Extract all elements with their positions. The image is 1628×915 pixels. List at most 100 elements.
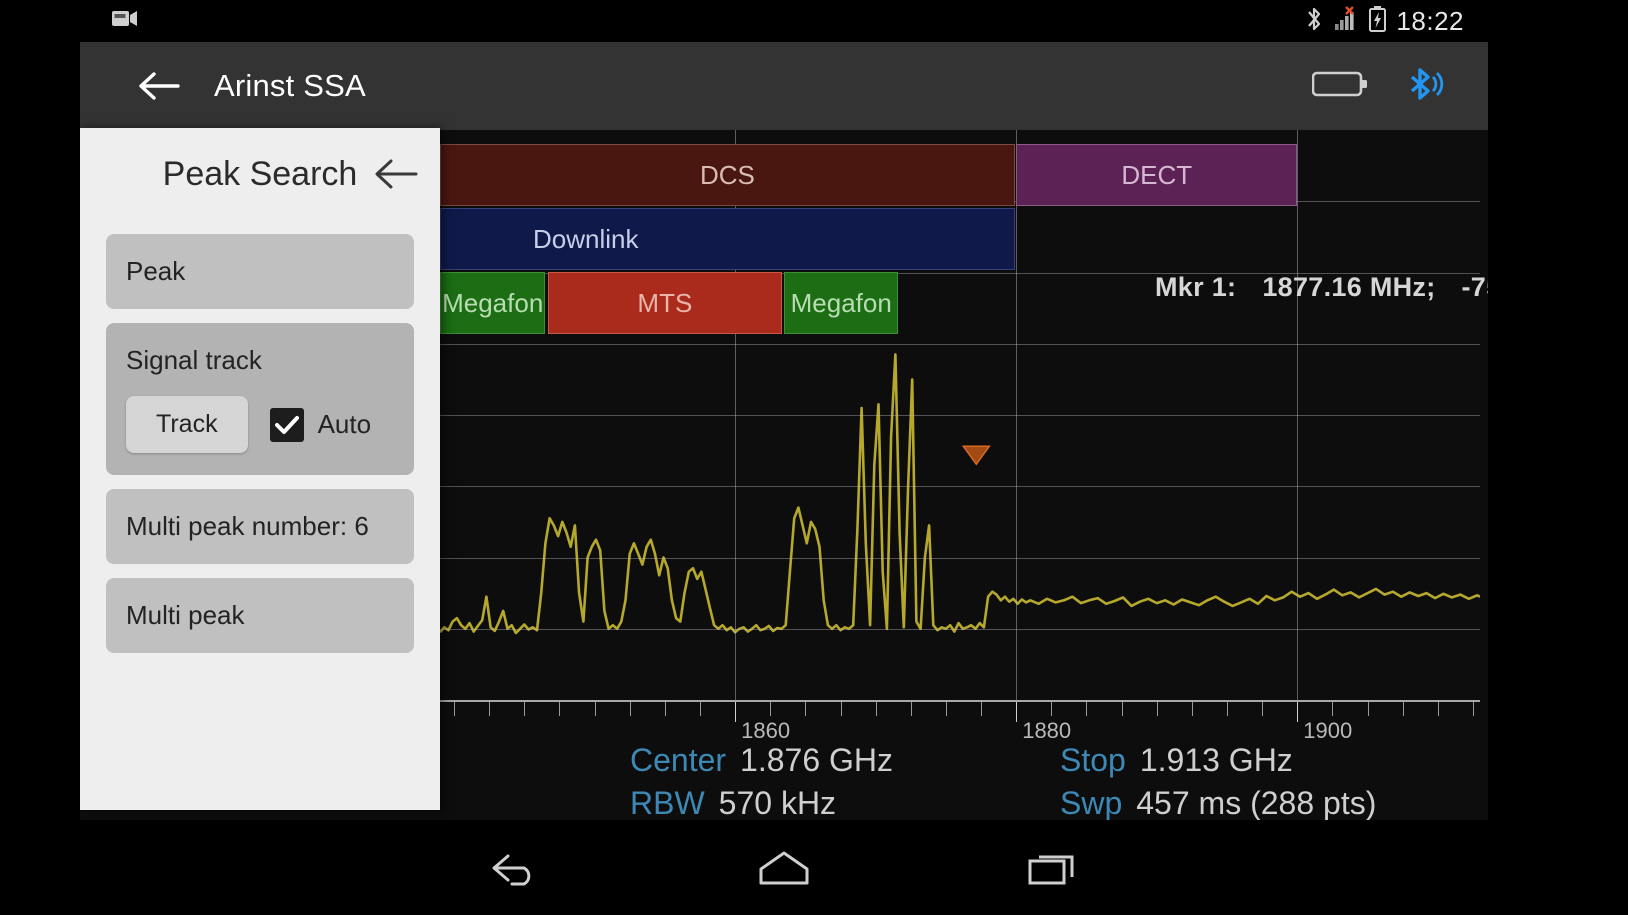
axis-tick-minor <box>1051 702 1053 716</box>
axis-tick-minor <box>700 702 701 716</box>
auto-checkbox-wrap[interactable]: Auto <box>269 407 372 442</box>
band-label: Megafon <box>790 287 892 318</box>
readout-center[interactable]: Center 1.876 GHz <box>440 742 960 779</box>
track-button-label: Track <box>156 410 218 438</box>
marker-readout: Mkr 1: 1877.16 MHz; -75.5 dB <box>1155 272 1488 303</box>
status-bar-clock: 18:22 <box>1396 5 1464 36</box>
nav-home-icon <box>759 851 809 884</box>
peak-button-label: Peak <box>126 256 186 286</box>
multi-peak-button[interactable]: Multi peak <box>106 578 414 653</box>
axis-tick-major <box>1297 702 1299 722</box>
android-nav-bar <box>80 820 1488 915</box>
readout-stop[interactable]: Stop 1.913 GHz <box>960 742 1480 779</box>
nav-home-button[interactable] <box>749 838 819 898</box>
axis-tick-minor <box>559 702 561 716</box>
app-bar-actions <box>1311 64 1488 109</box>
axis-tick-minor <box>805 702 807 716</box>
nav-back-icon <box>492 854 531 885</box>
nav-recents-icon <box>1028 855 1074 884</box>
arrow-back-icon <box>375 159 418 189</box>
readout-center-value: 1.876 GHz <box>740 742 894 778</box>
axis-tick-minor <box>1332 702 1334 716</box>
readout-swp-key: Swp <box>1060 785 1123 820</box>
app-action-bar: Arinst SSA <box>80 42 1488 130</box>
axis-tick-label: 1880 <box>1022 718 1072 743</box>
readout-rbw[interactable]: RBW 570 kHz <box>440 785 960 820</box>
status-bar-left-icons <box>80 9 138 34</box>
axis-tick-minor <box>840 702 842 716</box>
grid-line-horizontal <box>440 415 1480 416</box>
readout-row-1: Center 1.876 GHz Stop 1.913 GHz <box>440 742 1480 779</box>
axis-tick-minor <box>1227 702 1229 716</box>
band-block-dect: DECT <box>1016 144 1298 206</box>
app-title: Arinst SSA <box>214 68 366 103</box>
drawer-title: Peak Search <box>162 154 358 193</box>
android-status-bar: 18:22 <box>80 0 1488 42</box>
band-label: DECT <box>1121 159 1193 190</box>
auto-checkbox-label: Auto <box>317 409 372 439</box>
screen-recorder-icon <box>112 9 138 34</box>
grid-line-vertical <box>1016 130 1018 700</box>
bluetooth-icon <box>1305 6 1323 37</box>
readout-swp[interactable]: Swp 457 ms (288 pts) <box>960 785 1480 820</box>
axis-tick-minor <box>489 702 491 716</box>
axis-tick-minor <box>1262 702 1264 716</box>
grid-line-horizontal <box>440 557 1480 559</box>
grid-line-vertical <box>1297 130 1299 700</box>
spectrum-trace <box>440 353 1480 635</box>
band-block-downlink: Downlink <box>440 208 1015 270</box>
band-label: DCS <box>699 159 755 190</box>
marker-triangle[interactable] <box>961 445 991 466</box>
axis-tick-minor <box>1437 702 1439 716</box>
band-label: Megafon <box>442 287 544 318</box>
peak-button[interactable]: Peak <box>106 234 414 309</box>
axis-tick-major <box>1016 702 1018 722</box>
readout-rbw-key: RBW <box>630 785 705 820</box>
readout-rbw-value: 570 kHz <box>718 785 837 820</box>
drawer-header: Peak Search <box>80 128 440 220</box>
battery-icon[interactable] <box>1311 69 1368 104</box>
nav-back-button[interactable] <box>480 838 550 898</box>
nav-recents-button[interactable] <box>1018 838 1088 898</box>
axis-tick-minor <box>1191 702 1193 716</box>
axis-baseline <box>440 700 1480 702</box>
peak-search-drawer: Peak Search Peak Signal track Track Auto… <box>80 128 440 810</box>
letterbox-right <box>1488 0 1628 915</box>
axis-tick-minor <box>1472 702 1474 716</box>
axis-tick-label: 1900 <box>1303 718 1353 743</box>
axis-tick-minor <box>770 702 772 716</box>
drawer-close-button[interactable] <box>372 154 418 194</box>
axis-tick-minor <box>910 702 912 716</box>
band-block-megafon: Megafon <box>784 272 899 334</box>
grid-line-horizontal <box>440 628 1480 630</box>
band-label: Downlink <box>533 223 639 254</box>
readout-stop-value: 1.913 GHz <box>1139 742 1293 778</box>
arrow-back-icon <box>139 72 180 100</box>
axis-tick-minor <box>1086 702 1088 716</box>
track-button[interactable]: Track <box>126 396 248 453</box>
auto-checkbox[interactable] <box>269 407 304 442</box>
axis-tick-minor <box>1402 702 1404 716</box>
axis-tick-minor <box>629 702 631 716</box>
band-label: MTS <box>637 287 693 318</box>
multi-peak-number-button[interactable]: Multi peak number: 6 <box>106 489 414 564</box>
axis-tick-minor <box>524 702 526 716</box>
readout-stop-key: Stop <box>1060 742 1126 778</box>
bluetooth-connected-icon[interactable] <box>1404 64 1444 109</box>
axis-tick-minor <box>875 702 877 716</box>
status-bar-right-icons: 18:22 <box>1305 5 1488 37</box>
axis-tick-minor <box>1121 702 1123 716</box>
multi-peak-label: Multi peak <box>126 600 245 630</box>
signal-track-card: Signal track Track Auto <box>106 323 414 475</box>
spectrum-plot[interactable]: DCS DECT Downlink Megafon MTS Megafon <box>440 130 1480 700</box>
multi-peak-number-label: Multi peak number: 6 <box>126 511 369 541</box>
axis-tick-minor <box>1156 702 1158 716</box>
axis-tick-minor <box>594 702 596 716</box>
marker-level: -75.5 dB <box>1461 272 1488 302</box>
grid-line-horizontal <box>440 486 1480 488</box>
app-back-button[interactable] <box>128 56 188 116</box>
marker-frequency: 1877.16 MHz; <box>1262 272 1436 302</box>
letterbox-left <box>0 0 80 915</box>
axis-tick-minor <box>945 702 947 716</box>
screen: 18:22 Arinst SSA DCS DECT Downlink Megaf… <box>0 0 1628 915</box>
